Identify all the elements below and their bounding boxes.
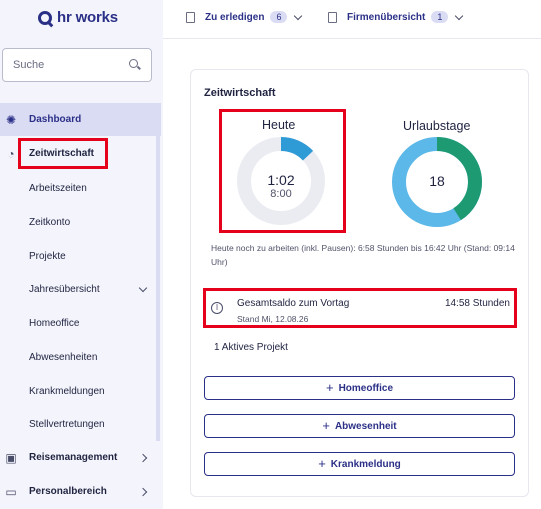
sidebar-item-label: Dashboard [29,114,82,125]
sidebar-item-label: Reisemanagement [29,452,118,463]
card-title: Zeitwirtschaft [204,87,276,99]
sidebar-subitem-krankmeldungen[interactable]: Krankmeldungen [29,386,105,397]
chevron-down-icon [455,11,464,20]
folder-icon: ▭ [5,484,17,499]
dashboard-icon: ✺ [5,112,17,127]
plus-icon: + [325,380,334,395]
button-label: Abwesenheit [334,420,397,432]
checklist-icon [186,11,195,23]
sidebar-subitem-abwesenheiten[interactable]: Abwesenheiten [29,352,97,363]
sidebar: hr works Suche ✺ Dashboard ◔ Zeitwirtsch… [0,0,163,509]
sidebar-subitem-homeoffice[interactable]: Homeoffice [29,318,79,329]
highlight-sidebar-zeitwirtschaft [18,138,108,169]
company-label: Firmenübersicht [347,11,426,23]
company-overview-menu[interactable]: Firmenübersicht 1 [328,11,464,23]
sidebar-subitem-jahresuebersicht[interactable]: Jahresübersicht [29,284,100,295]
homeoffice-button[interactable]: + Homeoffice [204,376,515,400]
chevron-down-icon [294,11,303,20]
plus-icon: + [318,456,326,471]
chevron-right-icon [138,487,148,496]
sidebar-subitem-arbeitszeiten[interactable]: Arbeitszeiten [29,183,87,194]
active-projects-link[interactable]: 1 Aktives Projekt [214,342,288,353]
remaining-work-note: Heute noch zu arbeiten (inkl. Pausen): 6… [211,243,515,267]
search-input[interactable]: Suche [2,48,152,82]
chevron-down-icon [138,283,148,293]
plus-icon: + [322,418,330,433]
building-icon [328,11,337,23]
suitcase-icon: ▣ [5,450,17,465]
search-placeholder: Suche [13,59,45,71]
search-icon[interactable] [129,59,141,71]
sidebar-item-dashboard[interactable]: ✺ Dashboard [0,103,161,136]
logo-text: hr works [57,9,118,26]
sidebar-subitem-zeitkonto[interactable]: Zeitkonto [29,217,70,228]
button-label: Homeoffice [338,382,394,394]
sidebar-item-label: Personalbereich [29,486,107,497]
krankmeldung-button[interactable]: + Krankmeldung [204,452,515,476]
clock-gear-icon: ◔ [7,146,15,161]
saldo-value: 14:58 Stunden [444,298,510,309]
vacation-title: Urlaubstage [403,119,471,133]
chevron-right-icon [138,453,148,462]
company-count-badge: 1 [431,11,449,23]
todo-menu[interactable]: Zu erledigen 6 [186,11,303,23]
hrworks-logo[interactable]: hr works [38,9,118,26]
sidebar-subitem-projekte[interactable]: Projekte [29,251,66,262]
highlight-today-chart [219,109,346,233]
sidebar-subitem-stellvertretungen[interactable]: Stellvertretungen [29,419,105,430]
todo-label: Zu erledigen [205,11,265,23]
abwesenheit-button[interactable]: + Abwesenheit [204,414,515,438]
saldo-title: Gesamtsaldo zum Vortag [237,298,350,309]
clock-icon: l [211,302,223,314]
sidebar-item-reisemanagement[interactable]: ▣ Reisemanagement [0,441,161,474]
logo-icon [38,10,52,25]
sidebar-item-personalbereich[interactable]: ▭ Personalbereich [0,475,161,508]
vacation-value: 18 [429,173,445,189]
saldo-date: Stand Mi, 12.08.26 [237,314,309,324]
todo-count-badge: 6 [270,11,288,23]
sidebar-scrollbar[interactable] [156,103,160,441]
button-label: Krankmeldung [330,458,401,470]
